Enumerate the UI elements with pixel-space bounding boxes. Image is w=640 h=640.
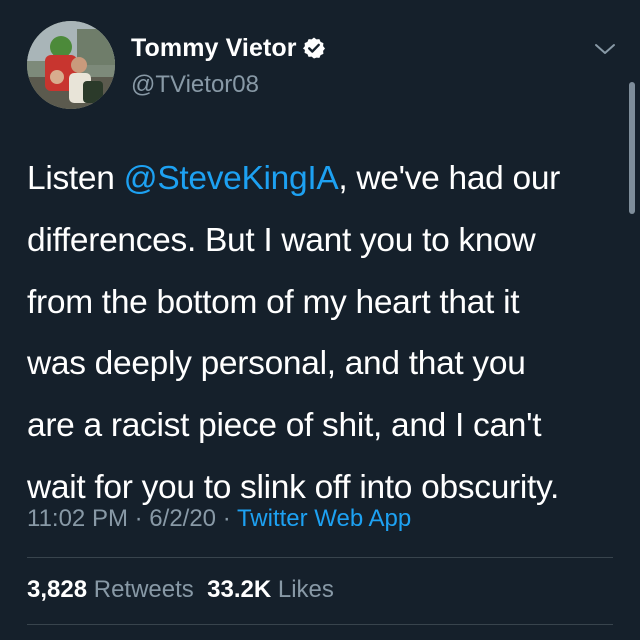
likes-count: 33.2K: [207, 576, 272, 603]
retweets-label: Retweets: [93, 576, 194, 603]
tweet-text-line: from the bottom of my heart that it: [27, 283, 520, 321]
divider: [27, 557, 613, 558]
tweet-date[interactable]: 6/2/20: [149, 505, 216, 532]
tweet-source-link[interactable]: Twitter Web App: [237, 505, 411, 532]
scrollbar-thumb[interactable]: [629, 82, 635, 214]
tweet-text-fragment: , we've had our: [338, 160, 561, 197]
tweet-text: Listen @SteveKingIA, we've had our diffe…: [27, 148, 627, 519]
likes-stat[interactable]: 33.2K Likes: [207, 576, 334, 603]
chevron-down-icon[interactable]: [592, 40, 618, 58]
tweet-meta: 11:02 PM · 6/2/20 · Twitter Web App: [27, 505, 411, 533]
tweet-text-line: was deeply personal, and that you: [27, 345, 526, 383]
avatar-photo: [27, 21, 115, 109]
display-name[interactable]: Tommy Vietor: [131, 34, 297, 63]
tweet-text-fragment: Listen: [27, 160, 124, 197]
divider: [27, 624, 613, 625]
likes-label: Likes: [277, 576, 334, 603]
tweet-text-line: Listen @SteveKingIA, we've had our: [27, 148, 627, 210]
user-handle[interactable]: @TVietor08: [131, 71, 259, 99]
engagement-stats: 3,828 Retweets 33.2K Likes: [27, 576, 334, 604]
tweet-card: Tommy Vietor @TVietor08 Listen @SteveKin…: [0, 0, 640, 640]
tweet-time[interactable]: 11:02 PM: [27, 505, 128, 532]
tweet-text-line: differences. But I want you to know: [27, 221, 536, 259]
verified-badge-icon: [303, 37, 325, 59]
tweet-text-line: are a racist piece of shit, and I can't: [27, 407, 542, 445]
meta-separator: ·: [134, 505, 143, 532]
meta-separator: ·: [222, 505, 231, 532]
mention-link[interactable]: @SteveKingIA: [124, 160, 339, 197]
retweets-count: 3,828: [27, 576, 88, 603]
avatar[interactable]: [27, 21, 115, 109]
retweets-stat[interactable]: 3,828 Retweets: [27, 576, 194, 603]
